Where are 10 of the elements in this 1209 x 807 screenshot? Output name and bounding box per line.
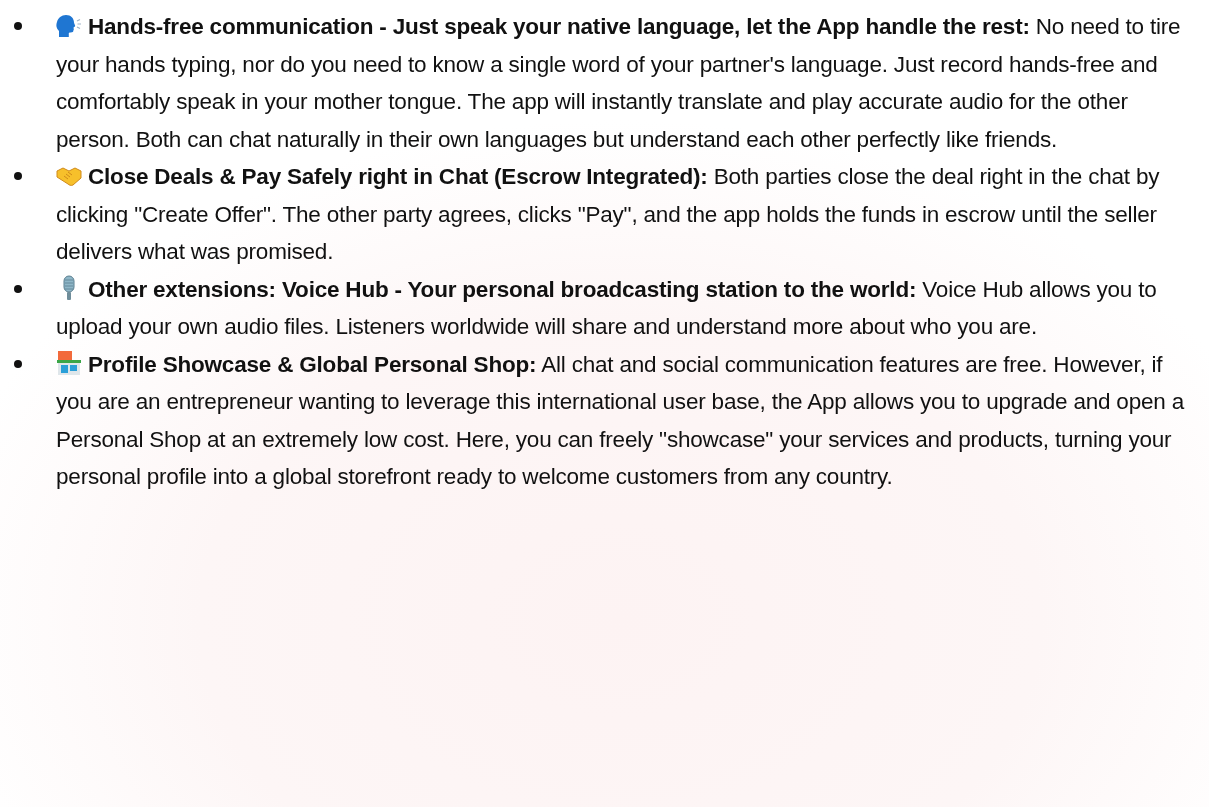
feature-description: Hands-free communication - Just speak your native language, let the App handle the rest: No need to tire your hands typing, nor do you need to know a single word of your partner's language. Just record hands-free and comfortably speak in your mother tongue. The app will instantly translate and play accurate audio for the other person. Both can chat naturally in their own languages but understand each other perfectly like friends. — [56, 13, 1182, 154]
speaking-head-icon — [56, 14, 82, 38]
bullet-dot — [14, 172, 22, 180]
bullet-dot — [14, 22, 22, 30]
store-icon — [56, 349, 82, 376]
bullet-dot — [14, 284, 22, 293]
feature-description: Other extensions: Voice Hub - Your personal broadcasting station to the world: Voice Hub allows you to upload your own audio files. Listeners worldwide will share and understand more about who you are. — [56, 273, 1158, 341]
feature-description: Profile Showcase & Global Personal Shop: All chat and social communication features are free. However, if you are an entrepreneur wanting to leverage this international user base, the App allows you to upgrade and open a Personal Shop at an extremely low cost. Here, you can freely "showcase" your services and products, turning your personal profile into a global storefront ready to welcome customers from any country. — [56, 348, 1186, 491]
bullet-dot — [14, 359, 22, 368]
feature-description: Close Deals & Pay Safely right in Chat (Escrow Integrated): Both parties close the deal right in the chat by clicking "Create Offer". The other party agrees, clicks "Pay", and the app holds the funds in escrow until the seller delivers what was promised. — [56, 163, 1161, 266]
